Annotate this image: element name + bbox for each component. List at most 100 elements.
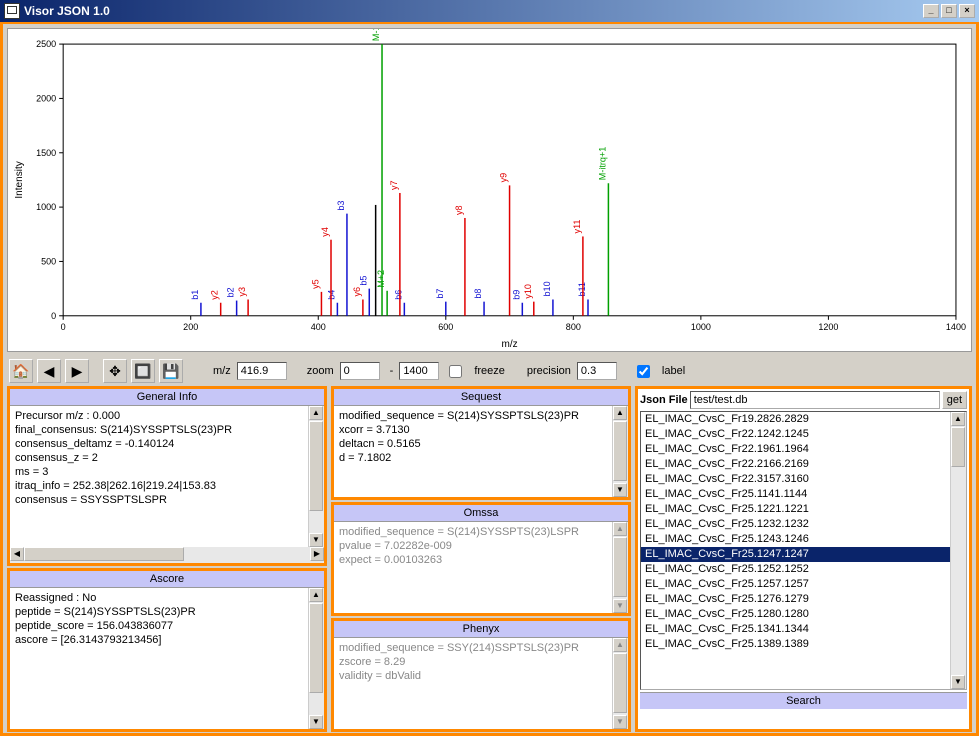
- phenyx-vscroll[interactable]: ▲ ▼: [612, 638, 628, 729]
- scroll-up-icon[interactable]: ▲: [613, 522, 627, 536]
- file-list-vscroll[interactable]: ▲ ▼: [950, 412, 966, 689]
- svg-text:y3: y3: [237, 287, 247, 297]
- forward-icon[interactable]: ▶: [65, 359, 89, 383]
- svg-text:b7: b7: [435, 289, 445, 299]
- info-line: peptide_score = 156.043836077: [15, 619, 319, 633]
- move-icon[interactable]: ✥: [103, 359, 127, 383]
- zoom-max-input[interactable]: [399, 362, 439, 380]
- list-item[interactable]: EL_IMAC_CvsC_Fr25.1257.1257: [641, 577, 966, 592]
- info-line: d = 7.1802: [339, 451, 623, 465]
- save-icon[interactable]: 💾: [159, 359, 183, 383]
- minimize-button[interactable]: _: [923, 4, 939, 18]
- scroll-up-icon[interactable]: ▲: [613, 406, 627, 420]
- info-line: Reassigned : No: [15, 591, 319, 605]
- svg-text:0: 0: [51, 311, 56, 321]
- svg-text:y8: y8: [454, 205, 464, 215]
- list-item[interactable]: EL_IMAC_CvsC_Fr25.1221.1221: [641, 502, 966, 517]
- freeze-checkbox[interactable]: [449, 365, 462, 378]
- scroll-thumb[interactable]: [613, 653, 627, 713]
- sequest-vscroll[interactable]: ▲ ▼: [612, 406, 628, 497]
- svg-text:b5: b5: [358, 276, 368, 286]
- info-line: consensus = SSYSSPTSLSPR: [15, 493, 319, 507]
- list-item[interactable]: EL_IMAC_CvsC_Fr25.1276.1279: [641, 592, 966, 607]
- list-item[interactable]: EL_IMAC_CvsC_Fr25.1341.1344: [641, 622, 966, 637]
- freeze-label: freeze: [474, 365, 505, 377]
- general-info-hscroll[interactable]: ◀ ▶: [10, 547, 324, 563]
- svg-text:M+2: M+2: [376, 270, 386, 288]
- scroll-down-icon[interactable]: ▼: [309, 533, 323, 547]
- svg-text:1400: 1400: [946, 322, 966, 332]
- sequest-body: modified_sequence = S(214)SYSSPTSLS(23)P…: [334, 406, 628, 497]
- svg-text:y5: y5: [310, 279, 320, 289]
- scroll-thumb[interactable]: [613, 537, 627, 597]
- list-item[interactable]: EL_IMAC_CvsC_Fr25.1389.1389: [641, 637, 966, 652]
- scroll-thumb[interactable]: [613, 421, 627, 481]
- zoom-rect-icon[interactable]: 🔲: [131, 359, 155, 383]
- list-item[interactable]: EL_IMAC_CvsC_Fr25.1280.1280: [641, 607, 966, 622]
- ascore-vscroll[interactable]: ▲ ▼: [308, 588, 324, 729]
- close-button[interactable]: ×: [959, 4, 975, 18]
- scroll-up-icon[interactable]: ▲: [613, 638, 627, 652]
- scroll-left-icon[interactable]: ◀: [10, 547, 24, 561]
- list-item[interactable]: EL_IMAC_CvsC_Fr22.1242.1245: [641, 427, 966, 442]
- json-file-label: Json File: [640, 394, 688, 406]
- omssa-vscroll[interactable]: ▲ ▼: [612, 522, 628, 613]
- svg-text:1500: 1500: [36, 148, 56, 158]
- zoom-min-input[interactable]: [340, 362, 380, 380]
- omssa-body: modified_sequence = S(214)SYSSPTS(23)LSP…: [334, 522, 628, 613]
- list-item[interactable]: EL_IMAC_CvsC_Fr22.3157.3160: [641, 472, 966, 487]
- list-item[interactable]: EL_IMAC_CvsC_Fr22.2166.2169: [641, 457, 966, 472]
- list-item[interactable]: EL_IMAC_CvsC_Fr25.1252.1252: [641, 562, 966, 577]
- general-info-header: General Info: [10, 389, 324, 406]
- back-icon[interactable]: ◀: [37, 359, 61, 383]
- search-header[interactable]: Search: [640, 692, 967, 709]
- scroll-down-icon[interactable]: ▼: [613, 715, 627, 729]
- scroll-down-icon[interactable]: ▼: [951, 675, 965, 689]
- svg-text:y11: y11: [572, 220, 582, 234]
- info-line: final_consensus: S(214)SYSSPTSLS(23)PR: [15, 423, 319, 437]
- list-item[interactable]: EL_IMAC_CvsC_Fr19.2826.2829: [641, 412, 966, 427]
- scroll-thumb[interactable]: [309, 603, 323, 693]
- list-item[interactable]: EL_IMAC_CvsC_Fr25.1232.1232: [641, 517, 966, 532]
- svg-text:y6: y6: [352, 287, 362, 297]
- scroll-right-icon[interactable]: ▶: [310, 547, 324, 561]
- scroll-thumb[interactable]: [951, 427, 965, 467]
- get-button[interactable]: get: [942, 391, 967, 409]
- spectrum-chart[interactable]: 0200400600800100012001400050010001500200…: [7, 28, 972, 352]
- list-item[interactable]: EL_IMAC_CvsC_Fr25.1247.1247: [641, 547, 966, 562]
- scroll-down-icon[interactable]: ▼: [613, 483, 627, 497]
- list-item[interactable]: EL_IMAC_CvsC_Fr25.1243.1246: [641, 532, 966, 547]
- mz-input[interactable]: [237, 362, 287, 380]
- svg-text:600: 600: [438, 322, 453, 332]
- list-item[interactable]: EL_IMAC_CvsC_Fr25.1141.1144: [641, 487, 966, 502]
- scroll-down-icon[interactable]: ▼: [309, 715, 323, 729]
- list-item[interactable]: EL_IMAC_CvsC_Fr22.1961.1964: [641, 442, 966, 457]
- svg-text:b8: b8: [473, 289, 483, 299]
- info-line: validity = dbValid: [339, 669, 623, 683]
- scroll-up-icon[interactable]: ▲: [309, 406, 323, 420]
- scroll-thumb[interactable]: [309, 421, 323, 511]
- hscroll-thumb[interactable]: [24, 547, 184, 561]
- scroll-up-icon[interactable]: ▲: [309, 588, 323, 602]
- svg-text:M-itrq+1: M-itrq+1: [597, 147, 607, 180]
- svg-text:0: 0: [61, 322, 66, 332]
- svg-text:400: 400: [311, 322, 326, 332]
- sequest-header: Sequest: [334, 389, 628, 406]
- info-line: ascore = [26.3143793213456]: [15, 633, 319, 647]
- svg-text:y9: y9: [499, 173, 509, 183]
- scroll-down-icon[interactable]: ▼: [613, 599, 627, 613]
- scroll-up-icon[interactable]: ▲: [951, 412, 965, 426]
- general-info-vscroll[interactable]: ▲ ▼: [308, 406, 324, 547]
- app-icon: [4, 3, 20, 19]
- file-list[interactable]: EL_IMAC_CvsC_Fr19.2826.2829EL_IMAC_CvsC_…: [640, 411, 967, 690]
- maximize-button[interactable]: □: [941, 4, 957, 18]
- phenyx-header: Phenyx: [334, 621, 628, 638]
- phenyx-body: modified_sequence = SSY(214)SSPTSLS(23)P…: [334, 638, 628, 729]
- label-checkbox[interactable]: [637, 365, 650, 378]
- svg-text:800: 800: [566, 322, 581, 332]
- json-file-input[interactable]: [690, 391, 940, 409]
- precision-input[interactable]: [577, 362, 617, 380]
- zoom-sep: -: [390, 365, 394, 377]
- home-icon[interactable]: 🏠: [9, 359, 33, 383]
- info-line: Precursor m/z : 0.000: [15, 409, 319, 423]
